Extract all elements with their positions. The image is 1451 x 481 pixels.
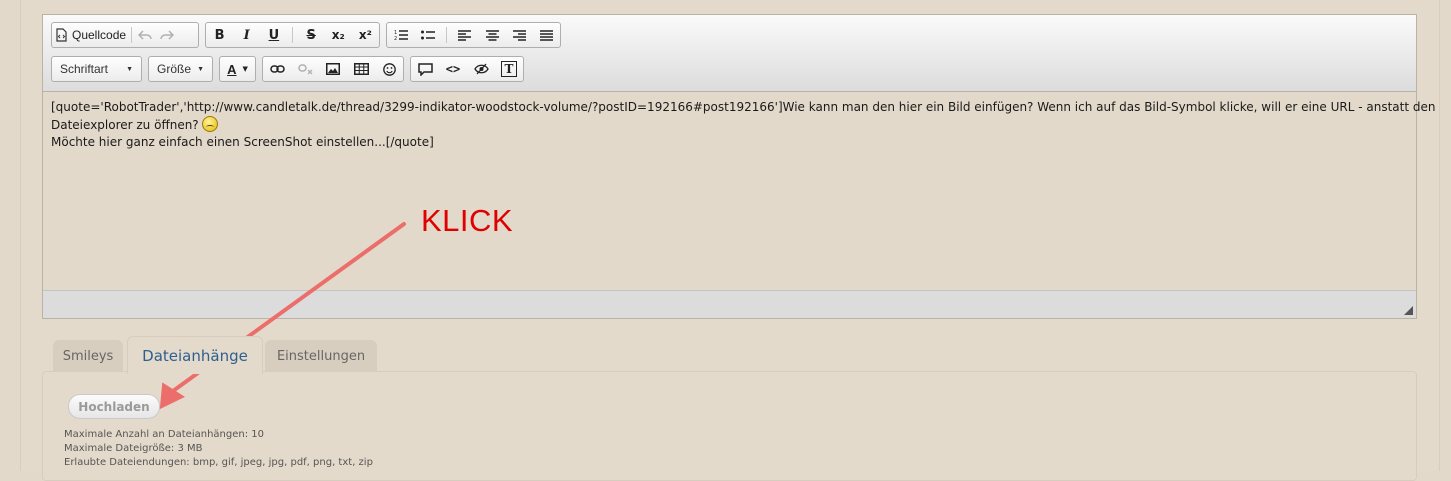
image-icon: [326, 63, 340, 75]
toolbar-separator: [291, 27, 293, 43]
max-filesize-info: Maximale Dateigröße: 3 MB: [64, 443, 203, 454]
undo-icon: [138, 30, 152, 40]
insert-smiley-button[interactable]: [378, 57, 400, 81]
tt-icon: T: [501, 61, 517, 77]
editor-line-text: Dateiexplorer zu öffnen?: [51, 118, 199, 132]
redo-button[interactable]: [156, 23, 178, 47]
wysiwyg-editor: Quellcode B I U S x₂ x² 12 Schriftart ▼ …: [42, 14, 1436, 319]
underline-button[interactable]: U: [263, 23, 285, 47]
strikethrough-button[interactable]: S: [300, 23, 322, 47]
editor-line: [quote='RobotTrader','http://www.candlet…: [51, 100, 1436, 114]
code-button[interactable]: <>: [442, 57, 464, 81]
toolbar-group-format: B I U S x₂ x²: [205, 22, 380, 48]
speech-bubble-icon: [417, 62, 433, 76]
subscript-button[interactable]: x₂: [327, 23, 349, 47]
align-right-button[interactable]: [508, 23, 530, 47]
superscript-button[interactable]: x²: [354, 23, 376, 47]
link-icon: [269, 65, 285, 73]
chevron-down-icon: ▼: [197, 65, 204, 73]
source-code-icon: [56, 28, 67, 42]
sad-smiley-icon: [201, 116, 218, 132]
align-center-button[interactable]: [481, 23, 503, 47]
eye-slash-icon: [473, 63, 489, 75]
tab-settings[interactable]: Einstellungen: [265, 340, 377, 373]
allowed-extensions-info: Erlaubte Dateiendungen: bmp, gif, jpeg, …: [64, 457, 373, 468]
align-justify-button[interactable]: [535, 23, 557, 47]
italic-button[interactable]: I: [236, 23, 258, 47]
align-left-icon: [458, 29, 472, 41]
editor-line: Möchte hier ganz einfach einen ScreenSho…: [51, 135, 434, 149]
quote-button[interactable]: [414, 57, 436, 81]
toolbar-group-source: Quellcode: [51, 22, 199, 48]
insert-table-button[interactable]: [350, 57, 372, 81]
max-attachments-info: Maximale Anzahl an Dateianhängen: 10: [64, 429, 264, 440]
insert-link-button[interactable]: [266, 57, 288, 81]
annotation-label: KLICK: [421, 203, 514, 238]
ordered-list-button[interactable]: 12: [390, 23, 412, 47]
toolbar-separator: [445, 27, 447, 43]
resize-grip-icon[interactable]: [1404, 306, 1413, 315]
ordered-list-icon: 12: [394, 30, 408, 41]
font-color-dropdown[interactable]: A ▼: [219, 56, 256, 82]
chevron-down-icon: ▼: [242, 65, 248, 73]
align-center-icon: [485, 29, 499, 41]
table-icon: [353, 63, 369, 75]
font-color-icon: A: [227, 61, 237, 77]
toolbar-group-blocks: <> T: [410, 56, 524, 82]
align-justify-icon: [539, 29, 553, 41]
teletype-button[interactable]: T: [498, 57, 520, 81]
bold-button[interactable]: B: [209, 23, 231, 47]
toolbar-group-insert: [262, 56, 404, 82]
font-size-label: Größe: [157, 62, 192, 76]
insert-image-button[interactable]: [322, 57, 344, 81]
redo-icon: [160, 30, 175, 40]
font-size-dropdown[interactable]: Größe ▼: [148, 56, 213, 82]
font-size-dropdown-inner: Größe ▼: [149, 57, 212, 81]
font-family-dropdown[interactable]: Schriftart ▼: [51, 56, 142, 82]
font-family-label: Schriftart: [60, 62, 109, 76]
editor-toolbar: Quellcode B I U S x₂ x² 12 Schriftart ▼ …: [43, 15, 1416, 92]
source-code-label: Quellcode: [72, 28, 127, 42]
remove-link-button[interactable]: [294, 57, 316, 81]
editor-content[interactable]: [quote='RobotTrader','http://www.candlet…: [51, 99, 1436, 151]
toolbar-group-lists-align: 12: [386, 22, 561, 48]
align-right-icon: [512, 29, 526, 41]
upload-button[interactable]: Hochladen: [68, 394, 160, 419]
font-family-dropdown-inner: Schriftart ▼: [52, 57, 141, 81]
tab-smileys[interactable]: Smileys: [53, 340, 123, 373]
svg-text:2: 2: [394, 36, 397, 41]
font-color-dropdown-inner: A ▼: [220, 57, 255, 81]
toolbar-separator: [131, 27, 133, 43]
unlink-icon: [297, 64, 312, 75]
editor-statusbar: [43, 290, 1416, 318]
smiley-icon: [382, 62, 396, 76]
chevron-down-icon: ▼: [126, 65, 133, 73]
spoiler-button[interactable]: [470, 57, 492, 81]
editor-line-with-smiley: Dateiexplorer zu öffnen?: [51, 116, 1406, 134]
unordered-list-icon: [420, 30, 435, 40]
source-code-button[interactable]: Quellcode: [52, 23, 129, 47]
undo-button[interactable]: [134, 23, 156, 47]
unordered-list-button[interactable]: [417, 23, 439, 47]
tab-attachments[interactable]: Dateianhänge: [127, 336, 263, 374]
align-left-button[interactable]: [454, 23, 476, 47]
